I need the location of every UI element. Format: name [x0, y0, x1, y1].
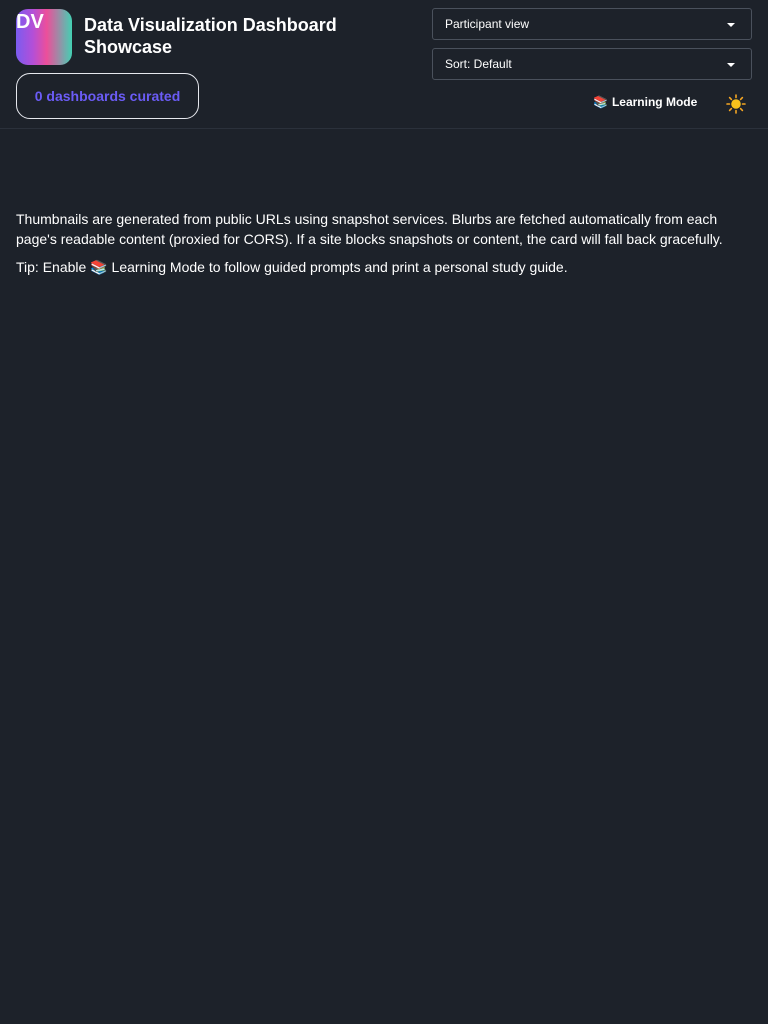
books-icon: 📚: [593, 95, 608, 109]
chevron-down-icon: [727, 63, 735, 67]
tip-suffix: Learning Mode to follow guided prompts a…: [107, 259, 568, 275]
books-icon: 📚: [90, 259, 108, 275]
app-logo: DV: [16, 9, 72, 65]
learning-mode-button[interactable]: 📚 Learning Mode: [593, 95, 697, 109]
tip-prefix: Tip: Enable: [16, 259, 91, 275]
sun-icon[interactable]: [726, 94, 746, 114]
app-header: DV Data Visualization Dashboard Showcase…: [0, 0, 768, 129]
info-section: Thumbnails are generated from public URL…: [16, 209, 746, 277]
page-title: Data Visualization Dashboard Showcase: [84, 15, 337, 57]
sort-select[interactable]: Sort: Default: [432, 48, 752, 80]
logo-text: DV: [16, 11, 44, 33]
view-select[interactable]: Participant view: [432, 8, 752, 40]
view-select-value: Participant view: [445, 17, 530, 31]
sort-select-value: Sort: Default: [445, 57, 512, 71]
tip-text: Tip: Enable 📚 Learning Mode to follow gu…: [16, 257, 746, 277]
dashboard-count-label: 0 dashboards curated: [34, 88, 181, 104]
chevron-down-icon: [727, 23, 735, 27]
dashboard-count-badge: 0 dashboards curated: [16, 73, 199, 119]
info-text: Thumbnails are generated from public URL…: [16, 211, 723, 247]
learning-mode-label: Learning Mode: [611, 95, 698, 109]
